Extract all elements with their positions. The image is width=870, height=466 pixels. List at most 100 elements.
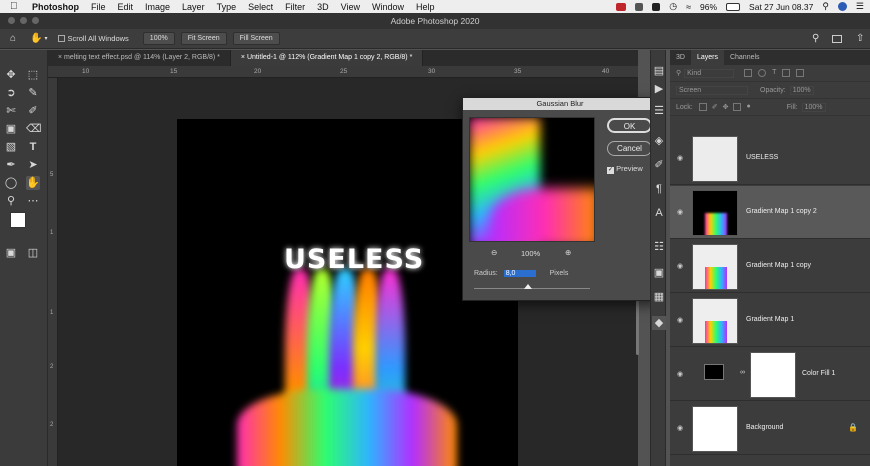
- siri-icon[interactable]: [837, 2, 847, 11]
- layer-row-color-fill[interactable]: ◉ ∞ Color Fill 1: [670, 348, 870, 401]
- smart-filter-icon[interactable]: [796, 69, 805, 77]
- radius-input[interactable]: 8,0: [503, 270, 536, 277]
- hand-tool-icon[interactable]: ✋: [30, 33, 42, 44]
- styles-icon[interactable]: ▣: [652, 266, 666, 280]
- opacity-input[interactable]: 100%: [789, 85, 814, 95]
- zoom-tool-icon[interactable]: ⚲: [4, 194, 18, 208]
- play-icon[interactable]: ▶: [652, 82, 666, 96]
- tab-melting-text[interactable]: × melting text effect.psd @ 114% (Layer …: [48, 50, 231, 66]
- fill-screen-button[interactable]: Fill Screen: [232, 32, 280, 45]
- preview-checkbox[interactable]: ✓: [607, 167, 614, 174]
- move-tool-icon[interactable]: ✥: [4, 68, 18, 82]
- cancel-button[interactable]: Cancel: [607, 141, 652, 156]
- battery-icon[interactable]: [726, 2, 741, 11]
- eye-icon[interactable]: ◉: [677, 208, 683, 216]
- menu-type[interactable]: Type: [217, 2, 237, 12]
- layer-row-gradient-map-copy-2[interactable]: ◉ Gradient Map 1 copy 2: [670, 186, 870, 239]
- blend-mode-select[interactable]: Screen: [676, 85, 748, 95]
- radius-slider[interactable]: [474, 284, 590, 289]
- eye-icon[interactable]: ◉: [677, 370, 683, 378]
- lock-all-icon[interactable]: ●: [746, 103, 750, 111]
- layer-row-gradient-map[interactable]: ◉ Gradient Map 1: [670, 294, 870, 347]
- menu-image[interactable]: Image: [145, 2, 170, 12]
- lock-position-icon[interactable]: ✥: [723, 103, 729, 111]
- scroll-all-checkbox[interactable]: [57, 35, 65, 42]
- hand-tool-icon[interactable]: ✋: [26, 176, 40, 190]
- link-icon[interactable]: ∞: [740, 369, 745, 376]
- ok-button[interactable]: OK: [607, 118, 652, 133]
- zoom-100-button[interactable]: 100%: [142, 32, 175, 45]
- lock-artboard-icon[interactable]: [733, 103, 742, 111]
- menu-layer[interactable]: Layer: [182, 2, 205, 12]
- record-icon[interactable]: [616, 2, 627, 11]
- layer-row-useless[interactable]: ◉ USELESS: [670, 132, 870, 185]
- swatches-icon[interactable]: ▦: [652, 290, 666, 304]
- screen-mode-icon[interactable]: ◫: [26, 246, 40, 260]
- menu-window[interactable]: Window: [372, 2, 404, 12]
- ellipse-tool-icon[interactable]: ◯: [4, 176, 18, 190]
- menu-select[interactable]: Select: [248, 2, 273, 12]
- chevron-down-icon[interactable]: ▾: [45, 35, 48, 42]
- apple-icon[interactable]: : [10, 1, 20, 12]
- clock[interactable]: Sat 27 Jun 08.37: [749, 2, 813, 12]
- search-icon[interactable]: ⚲: [812, 33, 819, 44]
- paths-icon[interactable]: ◆: [652, 316, 666, 330]
- zoom-window-button[interactable]: [32, 17, 39, 24]
- character-icon[interactable]: A: [652, 206, 666, 220]
- zoom-out-icon[interactable]: ⊖: [491, 248, 497, 257]
- workspace-icon[interactable]: [832, 34, 842, 43]
- tab-untitled[interactable]: × Untitled-1 @ 112% (Gradient Map 1 copy…: [230, 50, 424, 66]
- crop-tool-icon[interactable]: ✄: [4, 104, 18, 118]
- glyphs-icon[interactable]: ☷: [652, 240, 666, 254]
- menu-app[interactable]: Photoshop: [32, 2, 79, 12]
- search-icon[interactable]: ⚲: [822, 1, 829, 12]
- properties-icon[interactable]: ☰: [652, 104, 666, 118]
- lock-paint-icon[interactable]: ✐: [712, 103, 718, 111]
- close-window-button[interactable]: [8, 17, 15, 24]
- time-machine-icon[interactable]: ◷: [669, 1, 677, 12]
- menu-3d[interactable]: 3D: [317, 2, 329, 12]
- slider-thumb[interactable]: [524, 284, 532, 289]
- history-icon[interactable]: ▤: [652, 64, 666, 78]
- share-icon[interactable]: ⇧: [856, 33, 864, 44]
- menu-filter[interactable]: Filter: [285, 2, 305, 12]
- menu-extra-icon[interactable]: [652, 2, 661, 11]
- menu-view[interactable]: View: [341, 2, 360, 12]
- control-center-icon[interactable]: ☰: [856, 1, 864, 12]
- path-select-tool-icon[interactable]: ➤: [26, 158, 40, 172]
- menu-edit[interactable]: Edit: [118, 2, 134, 12]
- pen-tool-icon[interactable]: ✒: [4, 158, 18, 172]
- foreground-color-swatch[interactable]: [10, 212, 26, 228]
- grid-icon[interactable]: [635, 2, 644, 11]
- quick-mask-icon[interactable]: ▣: [4, 246, 18, 260]
- adjustments-icon[interactable]: ◈: [652, 134, 666, 148]
- brush-tool-icon[interactable]: ✐: [26, 104, 40, 118]
- eraser-tool-icon[interactable]: ⌫: [26, 122, 42, 136]
- blur-preview[interactable]: [469, 117, 595, 242]
- shape-filter-icon[interactable]: [782, 69, 791, 77]
- menu-help[interactable]: Help: [416, 2, 435, 12]
- eye-icon[interactable]: ◉: [677, 262, 683, 270]
- type-filter-icon[interactable]: T: [772, 69, 776, 77]
- paragraph-icon[interactable]: ¶: [652, 182, 666, 196]
- pixel-filter-icon[interactable]: [744, 69, 753, 77]
- eye-icon[interactable]: ◉: [677, 316, 683, 324]
- zoom-in-icon[interactable]: ⊕: [565, 248, 571, 257]
- adjustment-filter-icon[interactable]: [758, 69, 767, 77]
- minimize-window-button[interactable]: [20, 17, 27, 24]
- fill-input[interactable]: 100%: [801, 102, 826, 112]
- home-icon[interactable]: ⌂: [10, 33, 16, 44]
- marquee-tool-icon[interactable]: ⬚: [26, 68, 40, 82]
- lasso-tool-icon[interactable]: ➲: [4, 86, 18, 100]
- layer-row-gradient-map-copy[interactable]: ◉ Gradient Map 1 copy: [670, 240, 870, 293]
- kind-filter[interactable]: Kind: [684, 68, 735, 78]
- eye-icon[interactable]: ◉: [677, 424, 683, 432]
- eye-icon[interactable]: ◉: [677, 154, 683, 162]
- tab-channels[interactable]: Channels: [724, 50, 766, 65]
- more-tools-icon[interactable]: ⋯: [26, 194, 40, 208]
- quick-select-tool-icon[interactable]: ✎: [26, 86, 40, 100]
- type-tool-icon[interactable]: T: [26, 140, 40, 154]
- gradient-tool-icon[interactable]: ▧: [4, 140, 18, 154]
- fit-screen-button[interactable]: Fit Screen: [180, 32, 227, 45]
- tab-3d[interactable]: 3D: [670, 50, 691, 65]
